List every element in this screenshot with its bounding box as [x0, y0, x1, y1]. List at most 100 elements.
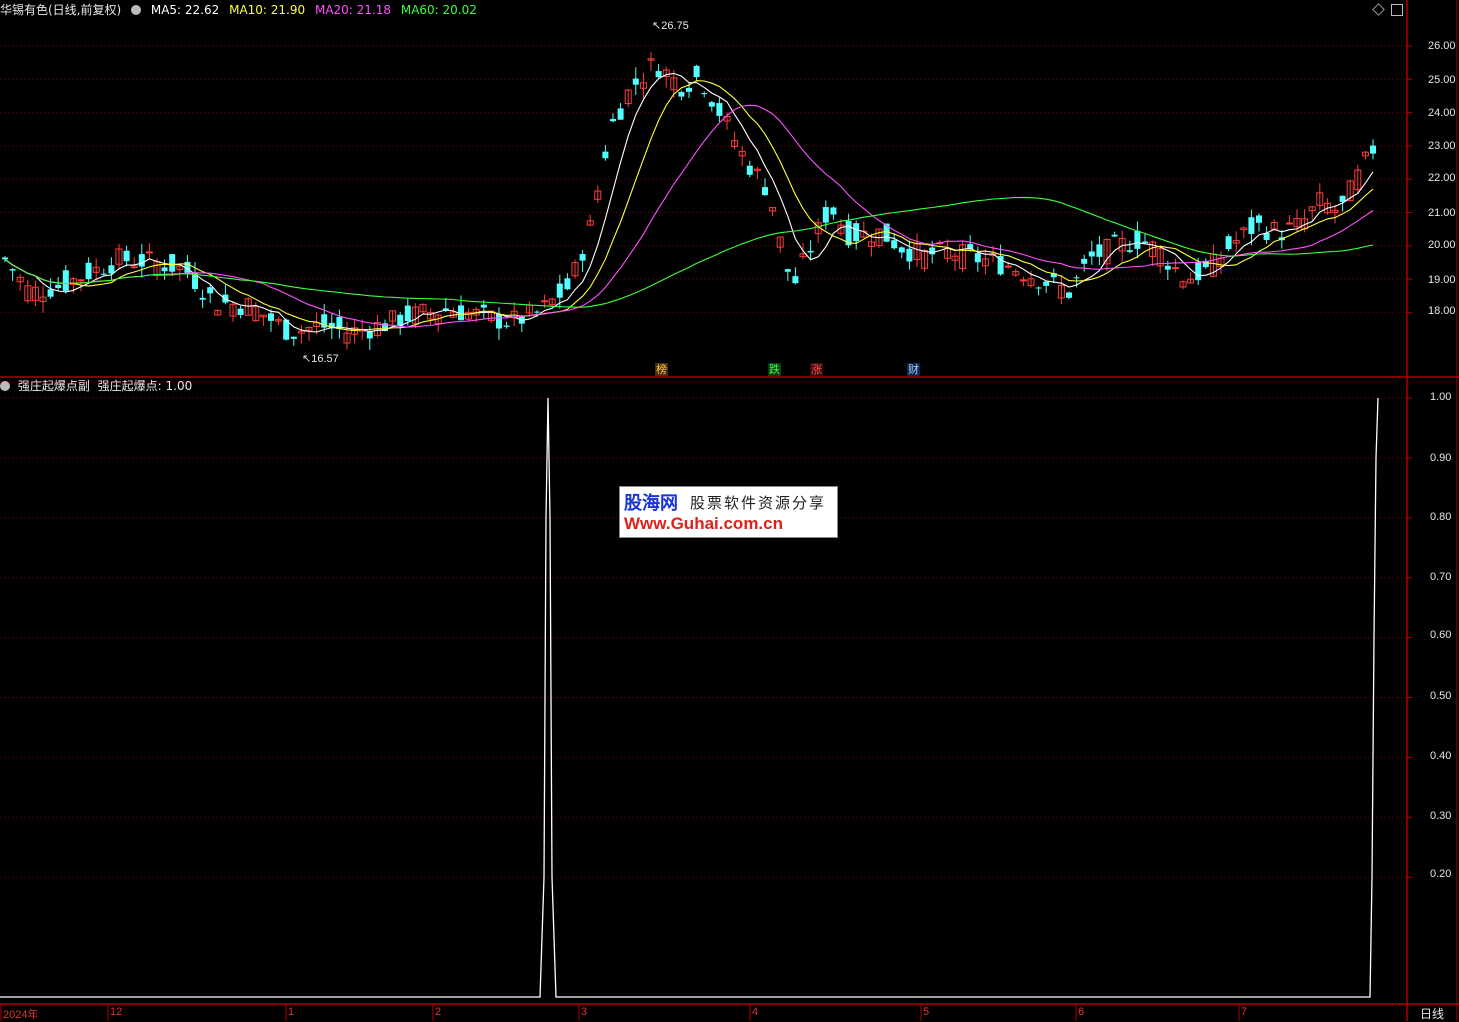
candle-body-down	[404, 305, 411, 321]
candle-body-down	[617, 108, 624, 120]
candle-body-down	[602, 151, 609, 159]
candle-body-down	[1126, 250, 1133, 252]
indicator-tick: 0.90	[1430, 452, 1452, 464]
date-tick: 12	[110, 1006, 123, 1018]
candle-body-down	[55, 284, 62, 289]
candle-body-down	[1256, 215, 1262, 223]
candle-body-up	[77, 279, 85, 282]
candle-body-down	[678, 92, 685, 97]
indicator-header: 强庄起爆点副 强庄起爆点: 1.00	[0, 378, 198, 394]
indicator-name[interactable]: 强庄起爆点副	[18, 379, 90, 393]
candle-body-down	[62, 270, 69, 291]
candle-body-down	[1134, 230, 1141, 249]
date-tick: 7	[1241, 1006, 1248, 1018]
candle-body-down	[693, 65, 700, 78]
candle-body-down	[47, 289, 54, 297]
candle-body-down	[822, 207, 829, 223]
candle-body-down	[655, 71, 662, 78]
ma10-label: MA10: 21.90	[229, 3, 306, 17]
date-tick: 6	[1078, 1006, 1085, 1018]
candle-body-down	[708, 102, 715, 107]
ma5-label: MA5: 22.62	[150, 3, 220, 17]
tag-cai[interactable]: 财	[907, 363, 920, 376]
candle-body-down	[199, 297, 206, 300]
candle-body-down	[268, 313, 274, 321]
date-tick: 4	[752, 1006, 759, 1018]
candle-body-down	[1073, 277, 1080, 279]
settings-icon[interactable]	[131, 5, 142, 15]
date-tick: 2	[435, 1006, 442, 1018]
high-price-annotation: ↖26.75	[652, 20, 689, 32]
candle-body-up	[145, 251, 153, 254]
candle-body-down	[1035, 287, 1042, 289]
price-tick: 24.00	[1428, 107, 1456, 119]
candle-body-down	[169, 254, 176, 272]
candle-body-down	[1088, 251, 1095, 257]
indicator-tick: 0.70	[1430, 571, 1452, 583]
candle-body-down	[290, 336, 297, 339]
candle-body-down	[564, 278, 571, 290]
date-tick: 2024年	[3, 1009, 39, 1021]
candle-body-down	[2, 257, 8, 260]
candle-body-down	[123, 250, 130, 262]
price-tick: 25.00	[1428, 74, 1456, 86]
period-label[interactable]: 日线	[1420, 1005, 1444, 1022]
tag-die[interactable]: 跌	[768, 363, 781, 376]
price-tick: 22.00	[1428, 172, 1456, 184]
candle-body-down	[716, 103, 723, 116]
candle-body-down	[929, 247, 936, 255]
indicator-tick: 1.00	[1430, 391, 1452, 403]
candle-body-down	[898, 247, 905, 253]
indicator-settings-icon[interactable]	[0, 381, 10, 391]
candlestick-series	[2, 52, 1376, 350]
watermark-logo: 股海网	[624, 493, 678, 514]
candle-body-down	[891, 240, 898, 249]
candle-body-up	[1019, 279, 1027, 282]
candle-body-down	[85, 262, 92, 280]
candle-body-down	[366, 331, 373, 339]
candle-body-down	[906, 248, 913, 262]
candle-body-down	[1066, 292, 1072, 298]
stock-title[interactable]: 华锡有色(日线,前复权)	[0, 3, 121, 17]
candle-body-down	[207, 287, 214, 294]
tag-bang[interactable]: 榜	[655, 363, 668, 376]
candle-body-down	[853, 223, 860, 242]
candle-body-up	[1171, 267, 1179, 270]
candle-body-down	[138, 254, 145, 267]
candle-body-down	[746, 165, 753, 175]
candle-body-down	[1225, 236, 1232, 250]
candle-body-down	[496, 313, 502, 329]
date-tick: 1	[288, 1006, 295, 1018]
candle-body-down	[534, 311, 540, 313]
candle-body-up	[1285, 222, 1293, 225]
indicator-tick: 0.80	[1430, 511, 1452, 523]
candle-body-down	[1081, 258, 1088, 264]
watermark-url: Www.Guhai.com.cn	[624, 514, 783, 533]
candle-body-down	[1164, 265, 1171, 270]
candle-body-down	[762, 187, 768, 196]
candle-body-down	[610, 118, 616, 122]
candle-body-down	[784, 269, 791, 272]
low-price-annotation: ↖16.57	[302, 353, 339, 365]
candle-body-down	[1096, 244, 1103, 257]
grid-lines	[0, 45, 1407, 878]
candle-body-down	[1248, 217, 1255, 234]
ma20-label: MA20: 21.18	[314, 3, 392, 17]
watermark-banner: 股海网 股票软件资源分享 Www.Guhai.com.cn	[619, 486, 838, 538]
candle-body-down	[1043, 281, 1050, 286]
candle-body-down	[1263, 233, 1270, 240]
candle-body-down	[108, 265, 115, 274]
candle-body-down	[237, 308, 244, 316]
main-header: 华锡有色(日线,前复权) MA5: 22.62 MA10: 21.90 MA20…	[0, 2, 483, 18]
window-icon[interactable]	[1391, 4, 1403, 16]
price-tick: 18.00	[1428, 305, 1456, 317]
candle-body-down	[480, 304, 487, 308]
tag-zhang[interactable]: 涨	[810, 363, 823, 376]
candle-body-down	[686, 87, 692, 92]
price-tick: 21.00	[1428, 207, 1456, 219]
date-tick: 3	[581, 1006, 588, 1018]
price-tick: 20.00	[1428, 239, 1456, 251]
candle-body-down	[1195, 261, 1202, 281]
watermark-slogan: 股票软件资源分享	[690, 494, 827, 512]
indicator-tick: 0.20	[1430, 868, 1452, 880]
